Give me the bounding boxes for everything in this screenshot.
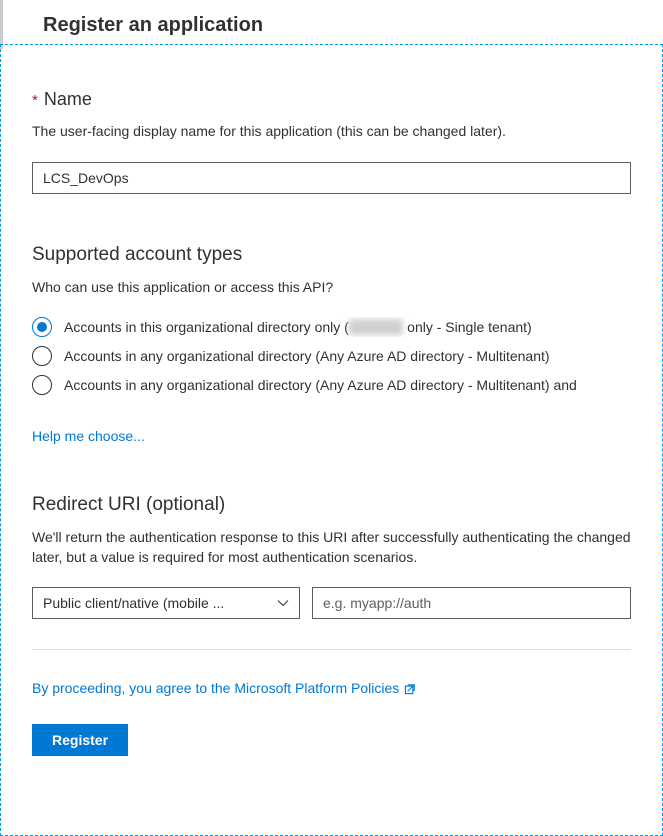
content-border <box>0 44 663 836</box>
page-header: Register an application <box>0 0 663 49</box>
page-title: Register an application <box>43 14 663 37</box>
redacted-org: redacted <box>349 319 403 335</box>
